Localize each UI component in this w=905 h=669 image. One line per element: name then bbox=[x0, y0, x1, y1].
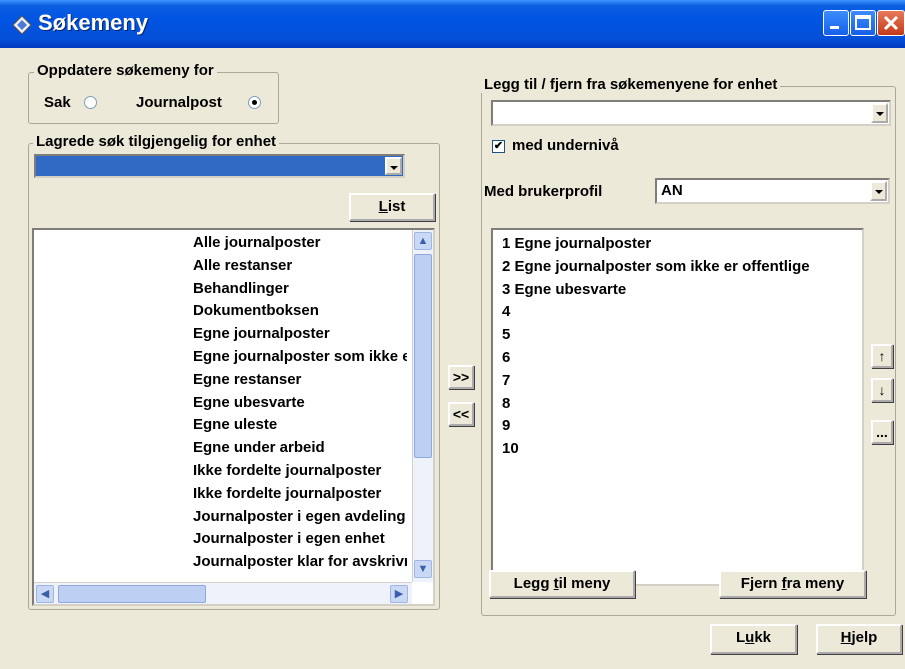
menu-slot-item[interactable]: 4 bbox=[502, 303, 862, 320]
saved-search-item[interactable]: Egne uleste bbox=[193, 416, 407, 433]
move-up-button[interactable]: ↑ bbox=[871, 344, 893, 368]
menu-slot-item[interactable]: 6 bbox=[502, 349, 862, 366]
add-to-menu-arrow-button[interactable]: >> bbox=[448, 365, 474, 389]
scroll-down-icon[interactable]: ▼ bbox=[414, 560, 432, 578]
saved-search-item[interactable]: Egne journalposter bbox=[193, 325, 407, 342]
arrow-up-icon: ↑ bbox=[878, 348, 886, 364]
app-icon bbox=[12, 15, 32, 35]
scroll-thumb[interactable] bbox=[414, 254, 432, 458]
menu-slot-item[interactable]: 10 bbox=[502, 440, 862, 457]
saved-search-item[interactable]: Dokumentboksen bbox=[193, 302, 407, 319]
chevron-down-icon[interactable] bbox=[870, 181, 887, 201]
horizontal-scroll-thumb[interactable] bbox=[58, 585, 206, 603]
saved-group-legend: Lagrede søk tilgjengelig for enhet bbox=[33, 133, 280, 150]
scroll-up-icon[interactable]: ▲ bbox=[414, 232, 432, 250]
window-title: Søkemeny bbox=[38, 10, 149, 35]
list-button[interactable]: List bbox=[349, 193, 435, 221]
profile-combo[interactable]: AN bbox=[655, 178, 890, 204]
saved-search-item[interactable]: Egne ubesvarte bbox=[193, 394, 407, 411]
scroll-left-icon[interactable]: ◀ bbox=[36, 585, 54, 603]
close-icon bbox=[883, 15, 899, 31]
maximize-icon bbox=[855, 15, 871, 30]
maximize-button[interactable] bbox=[850, 10, 876, 36]
saved-search-item[interactable]: Behandlinger bbox=[193, 280, 407, 297]
chevron-down-icon[interactable] bbox=[385, 157, 402, 175]
minimize-button[interactable] bbox=[823, 10, 849, 36]
right-group-legend: Legg til / fjern fra søkemenyene for enh… bbox=[481, 76, 781, 93]
menu-slot-item[interactable]: 5 bbox=[502, 326, 862, 343]
radio-journalpost[interactable] bbox=[248, 96, 261, 109]
close-dialog-button[interactable]: Lukk bbox=[710, 624, 797, 654]
arrow-down-icon: ↓ bbox=[878, 382, 886, 398]
menu-slot-item[interactable]: 7 bbox=[502, 372, 862, 389]
minimize-icon bbox=[830, 26, 839, 29]
saved-search-item[interactable]: Alle journalposter bbox=[193, 234, 407, 251]
radio-journalpost-label[interactable]: Journalpost bbox=[136, 94, 222, 111]
saved-search-item[interactable]: Journalposter i egen enhet bbox=[193, 530, 407, 547]
chevron-down-icon[interactable] bbox=[871, 103, 888, 123]
saved-search-item[interactable]: Egne restanser bbox=[193, 371, 407, 388]
unit-combo[interactable] bbox=[491, 100, 891, 126]
move-down-button[interactable]: ↓ bbox=[871, 378, 893, 402]
search-menu-list[interactable]: 1 Egne journalposter 2 Egne journalposter… bbox=[491, 228, 864, 586]
saved-list-horizontal-scrollbar[interactable]: ◀ ▶ bbox=[34, 582, 412, 604]
menu-slot-item[interactable]: 9 bbox=[502, 417, 862, 434]
close-button[interactable] bbox=[877, 10, 905, 36]
menu-slot-item[interactable]: 2 Egne journalposter som ikke er offentl… bbox=[502, 258, 862, 275]
add-to-menu-button[interactable]: Legg til meny bbox=[489, 570, 635, 598]
saved-search-item[interactable]: Alle restanser bbox=[193, 257, 407, 274]
more-button[interactable]: ... bbox=[871, 420, 893, 444]
update-group-legend: Oppdatere søkemeny for bbox=[34, 62, 217, 79]
saved-search-item[interactable]: Journalposter i egen avdeling bbox=[193, 508, 407, 525]
radio-sak-label[interactable]: Sak bbox=[44, 94, 71, 111]
search-menu-window: Søkemeny Oppdatere søkemeny for Sak Jour… bbox=[0, 0, 905, 669]
saved-search-item[interactable]: Ikke fordelte journalposter bbox=[193, 462, 407, 479]
menu-slot-item[interactable]: 3 Egne ubesvarte bbox=[502, 281, 862, 298]
saved-search-item[interactable]: Journalposter klar for avskrivning bbox=[193, 553, 407, 570]
sublevel-checkbox[interactable]: ✔ bbox=[492, 140, 505, 153]
remove-from-menu-button[interactable]: Fjern fra meny bbox=[719, 570, 866, 598]
profile-label: Med brukerprofil bbox=[484, 183, 603, 200]
saved-searches-list[interactable]: Alle journalposter Alle restanser Behandli… bbox=[32, 228, 435, 606]
sublevel-checkbox-label[interactable]: med undernivå bbox=[512, 137, 619, 154]
scroll-right-icon[interactable]: ▶ bbox=[390, 585, 408, 603]
remove-from-menu-arrow-button[interactable]: << bbox=[448, 402, 474, 426]
radio-sak[interactable] bbox=[84, 96, 97, 109]
menu-slot-item[interactable]: 1 Egne journalposter bbox=[502, 235, 862, 252]
help-button[interactable]: Hjelp bbox=[816, 624, 902, 654]
saved-search-item[interactable]: Ikke fordelte journalposter bbox=[193, 485, 407, 502]
saved-search-item[interactable]: Egne under arbeid bbox=[193, 439, 407, 456]
profile-combo-value: AN bbox=[661, 182, 683, 199]
saved-search-item[interactable]: Egne journalposter som ikke er offentlig… bbox=[193, 348, 407, 365]
menu-slot-item[interactable]: 8 bbox=[502, 395, 862, 412]
saved-searches-combo[interactable] bbox=[34, 154, 405, 178]
title-bar[interactable]: Søkemeny bbox=[0, 0, 905, 48]
saved-list-vertical-scrollbar[interactable]: ▲ ▼ bbox=[412, 230, 433, 582]
